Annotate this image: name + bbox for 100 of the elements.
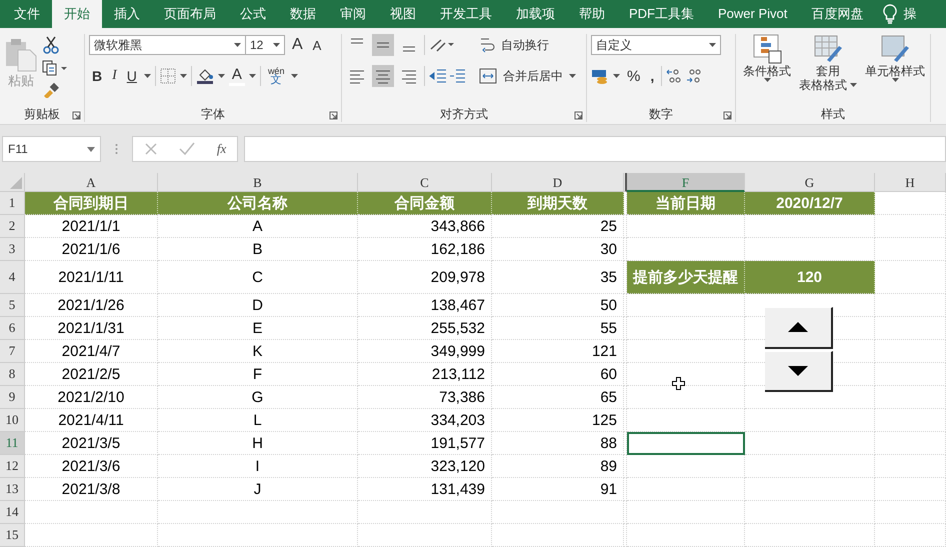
- italic-button[interactable]: I: [109, 68, 120, 84]
- table-cell: 2021/3/8: [25, 478, 158, 501]
- table-cell: 125: [492, 409, 624, 432]
- table-cell: 25: [492, 215, 624, 238]
- caret-icon: [144, 74, 151, 78]
- number-format-field[interactable]: 自定义: [591, 35, 721, 55]
- dialog-launcher-icon[interactable]: [574, 111, 583, 120]
- row-header[interactable]: 4: [0, 261, 25, 294]
- currency-icon[interactable]: [591, 68, 609, 84]
- column-header[interactable]: B: [158, 173, 358, 192]
- ribbon-tab[interactable]: 插入: [102, 0, 152, 28]
- insert-function-button[interactable]: fx: [216, 141, 226, 157]
- table-cell: [875, 501, 946, 524]
- ribbon-tab[interactable]: 公式: [228, 0, 278, 28]
- align-icon[interactable]: [372, 34, 394, 56]
- table-cell: 提前多少天提醒: [627, 261, 745, 294]
- increase-decimal-icon[interactable]: [666, 68, 682, 84]
- format-as-table-button[interactable]: 套用 表格格式: [796, 34, 860, 92]
- font-size-field[interactable]: 12: [245, 35, 285, 55]
- row-header[interactable]: 11: [0, 432, 25, 455]
- ribbon-tab[interactable]: 百度网盘: [799, 0, 876, 28]
- tell-me-text[interactable]: 操: [903, 5, 916, 23]
- underline-button[interactable]: U: [124, 68, 140, 84]
- caret-icon: [234, 43, 241, 47]
- active-cell[interactable]: [627, 432, 745, 455]
- caret-icon: [218, 74, 225, 78]
- row-header[interactable]: 7: [0, 340, 25, 363]
- row-header[interactable]: 12: [0, 455, 25, 478]
- column-header[interactable]: H: [875, 173, 946, 192]
- table-cell: K: [158, 340, 358, 363]
- column-header[interactable]: A: [25, 173, 158, 192]
- row-header[interactable]: 10: [0, 409, 25, 432]
- group-title: 样式: [821, 106, 845, 122]
- ribbon-tab[interactable]: 加载项: [504, 0, 567, 28]
- conditional-formatting-button[interactable]: 条件格式: [740, 34, 794, 82]
- dialog-launcher-icon[interactable]: [72, 111, 81, 120]
- scissors-icon[interactable]: [42, 36, 60, 54]
- table-cell: 349,999: [358, 340, 492, 363]
- table-cell: B: [158, 238, 358, 261]
- ribbon-tab[interactable]: 审阅: [328, 0, 378, 28]
- align-icon[interactable]: [372, 65, 394, 87]
- fill-bucket-icon[interactable]: [196, 67, 214, 85]
- row-header[interactable]: 2: [0, 215, 25, 238]
- table-cell: [875, 363, 946, 386]
- caret-icon: [569, 74, 576, 78]
- orientation-icon[interactable]: [429, 37, 455, 53]
- ribbon-tab[interactable]: 文件: [2, 0, 52, 28]
- caret-icon: [709, 43, 716, 47]
- shrink-font-button[interactable]: A: [310, 38, 324, 52]
- wrap-text-button[interactable]: 自动换行: [499, 36, 551, 54]
- ribbon-tab[interactable]: PDF工具集: [617, 0, 706, 28]
- copy-icon[interactable]: [42, 60, 68, 76]
- percent-button[interactable]: %: [624, 68, 644, 84]
- comma-button[interactable]: ,: [647, 68, 658, 84]
- lightbulb-icon[interactable]: [883, 4, 898, 24]
- row-header[interactable]: 9: [0, 386, 25, 409]
- table-cell: [875, 478, 946, 501]
- decrease-decimal-icon[interactable]: [686, 68, 702, 84]
- table-cell: G: [158, 386, 358, 409]
- phonetic-guide-button[interactable]: wén 文: [264, 67, 288, 85]
- ribbon-tab[interactable]: 开始: [52, 0, 102, 28]
- row-header[interactable]: 3: [0, 238, 25, 261]
- formula-input[interactable]: [244, 136, 946, 162]
- ribbon-tab[interactable]: 视图: [378, 0, 428, 28]
- row-header[interactable]: 14: [0, 501, 25, 524]
- row-header[interactable]: 13: [0, 478, 25, 501]
- row-header[interactable]: 15: [0, 524, 25, 547]
- wrap-text-icon: [479, 36, 495, 54]
- ribbon-tab[interactable]: 开发工具: [428, 0, 504, 28]
- group-title: 数字: [649, 106, 673, 122]
- row-header[interactable]: 8: [0, 363, 25, 386]
- table-cell: 合同到期日: [25, 192, 158, 215]
- column-header[interactable]: D: [492, 173, 624, 192]
- ribbon-tab[interactable]: Power Pivot: [706, 0, 800, 28]
- table-cell: 2021/4/11: [25, 409, 158, 432]
- row-header[interactable]: 1: [0, 192, 25, 215]
- column-header[interactable]: C: [358, 173, 492, 192]
- row-header[interactable]: 6: [0, 317, 25, 340]
- merge-center-button[interactable]: 合并后居中: [501, 68, 565, 84]
- border-icon[interactable]: [160, 68, 176, 84]
- font-color-button[interactable]: A: [228, 66, 245, 86]
- ribbon-tab[interactable]: 帮助: [567, 0, 617, 28]
- ribbon-tab[interactable]: 数据: [278, 0, 328, 28]
- ribbon-tab[interactable]: 页面布局: [152, 0, 228, 28]
- caret-icon: [87, 146, 95, 152]
- name-box[interactable]: F11: [2, 136, 101, 162]
- font-name-field[interactable]: 微软雅黑: [89, 35, 246, 55]
- check-icon[interactable]: [179, 142, 196, 156]
- table-cell: D: [158, 294, 358, 317]
- table-cell: 131,439: [358, 478, 492, 501]
- dialog-launcher-icon[interactable]: [723, 111, 732, 120]
- bold-button[interactable]: B: [89, 68, 106, 84]
- dialog-launcher-icon[interactable]: [329, 111, 338, 120]
- grow-font-button[interactable]: A: [289, 36, 306, 54]
- row-header[interactable]: 5: [0, 294, 25, 317]
- cell-styles-button[interactable]: 单元格样式: [862, 34, 928, 82]
- spin-button[interactable]: [765, 307, 833, 392]
- column-header[interactable]: G: [745, 173, 875, 192]
- format-painter-icon[interactable]: [42, 82, 60, 98]
- table-cell: 138,467: [358, 294, 492, 317]
